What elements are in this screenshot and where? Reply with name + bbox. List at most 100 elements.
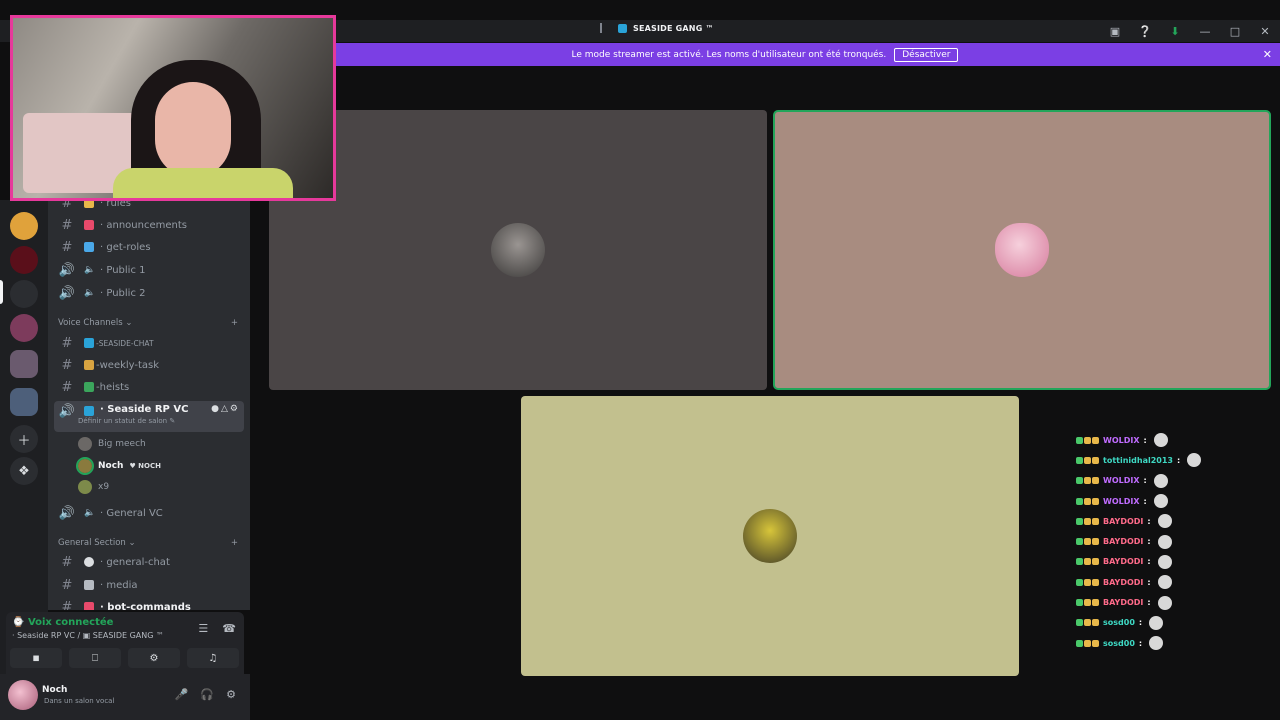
channel-public-1[interactable]: 🔊 🔈 · Public 1 (54, 260, 244, 280)
window-title: SEASIDE GANG ™ (600, 23, 714, 33)
chat-username: tottinidhal2013 (1103, 455, 1173, 465)
server-icon-3[interactable] (10, 280, 38, 308)
avatar (78, 437, 92, 451)
channel-announcements[interactable]: # · announcements (54, 215, 244, 235)
server-icon-1[interactable] (10, 212, 38, 240)
channel-emoji-icon (84, 406, 94, 416)
voice-status: ⌚ Voix connectée (12, 617, 113, 628)
username: Noch (42, 685, 68, 695)
user-badges (1076, 558, 1099, 566)
chat-username: BAYDODI (1103, 598, 1144, 608)
add-channel-icon[interactable]: + (231, 538, 238, 548)
help-icon[interactable]: ❔ (1130, 20, 1160, 42)
maximize-icon[interactable]: □ (1220, 20, 1250, 42)
channel-label: · Public 2 (100, 287, 146, 299)
server-icon-2[interactable] (10, 246, 38, 274)
channel-get-roles[interactable]: # · get-roles (54, 237, 244, 257)
headphones-icon[interactable]: 🎧 (200, 688, 214, 701)
user-status: Dans un salon vocal (44, 697, 115, 705)
channel-actions: ●△⚙ (211, 404, 240, 414)
hash-icon: # (61, 577, 73, 593)
channel-seaside-chat[interactable]: # -SEASIDE-CHAT (54, 333, 244, 353)
video-tile-2[interactable] (773, 110, 1271, 390)
server-folder-1[interactable] (10, 350, 38, 378)
emote-icon (1153, 473, 1168, 488)
avatar (743, 509, 797, 563)
avatar (995, 223, 1049, 277)
download-icon[interactable]: ⬇ (1160, 20, 1190, 42)
channel-heists[interactable]: # -heists (54, 377, 244, 397)
webcam-person-shirt (113, 168, 293, 198)
channel-public-2[interactable]: 🔊 🔈 · Public 2 (54, 283, 244, 303)
voice-location[interactable]: · Seaside RP VC / ▣ SEASIDE GANG ™ (12, 631, 164, 640)
disable-streamer-button[interactable]: Désactiver (894, 47, 959, 62)
screen-share-icon[interactable]: ⎕ (69, 648, 121, 668)
active-server-pill (0, 280, 3, 304)
user-tag-badge: ♥ NOCH (129, 462, 161, 470)
gear-icon[interactable]: ⚙ (230, 404, 240, 414)
activity-icon[interactable]: ⚙ (128, 648, 180, 668)
chevron-down-icon: ⌄ (128, 538, 136, 548)
channel-seaside-rp-vc[interactable]: 🔊 · Seaside RP VC ●△⚙ Définir un statut … (54, 401, 244, 432)
banner-text: Le mode streamer est activé. Les noms d'… (571, 49, 887, 60)
soundboard-icon[interactable]: ♫ (187, 648, 239, 668)
channel-emoji-icon (84, 242, 94, 252)
explore-icon[interactable]: ❖ (10, 457, 38, 485)
voice-user-noch[interactable]: Noch ♥ NOCH (76, 457, 161, 475)
hash-icon: # (61, 599, 73, 611)
video-tile-3[interactable] (521, 396, 1019, 676)
channel-general-chat[interactable]: # · general-chat (54, 552, 244, 572)
voice-user-x9[interactable]: x9 (78, 478, 109, 496)
close-window-icon[interactable]: ✕ (1250, 20, 1280, 42)
chat-username: BAYDODI (1103, 557, 1144, 567)
channel-label: · General VC (100, 507, 163, 519)
user-badges (1076, 497, 1099, 505)
noise-suppression-icon[interactable]: ☰ (198, 622, 208, 635)
banner-close-icon[interactable]: ✕ (1263, 48, 1272, 61)
channel-label: -heists (96, 381, 130, 393)
inbox-icon[interactable]: ▣ (1100, 20, 1130, 42)
minimize-icon[interactable]: — (1190, 20, 1220, 42)
microphone-icon[interactable]: 🎤 (175, 688, 189, 701)
channel-general-vc[interactable]: 🔊 🔈 · General VC (54, 503, 244, 523)
channel-label: · get-roles (100, 241, 151, 253)
add-channel-icon[interactable]: + (231, 318, 238, 328)
chat-message: BAYDODI: (1076, 511, 1276, 531)
video-tile-1[interactable] (269, 110, 767, 390)
invite-icon[interactable]: △ (221, 404, 230, 414)
channel-status-prompt[interactable]: Définir un statut de salon ✎ (78, 417, 175, 425)
channel-media[interactable]: # · media (54, 575, 244, 595)
channel-bot-commands[interactable]: # · bot-commands (54, 597, 244, 610)
channel-emoji-icon (84, 338, 94, 348)
server-icon-4[interactable] (10, 314, 38, 342)
channel-label: · announcements (100, 219, 187, 231)
channel-label: · general-chat (100, 556, 170, 568)
voice-user-big-meech[interactable]: Big meech (78, 435, 146, 453)
server-folder-2[interactable] (10, 388, 38, 416)
camera-off-icon[interactable]: ◾ (10, 648, 62, 668)
channel-emoji-icon (84, 382, 94, 392)
speaker-icon: 🔊 (58, 505, 76, 521)
category-voice-channels[interactable]: Voice Channels ⌄ + (58, 318, 238, 328)
emote-icon (1157, 595, 1172, 610)
add-server-icon[interactable]: ＋ (10, 425, 38, 453)
chat-separator: : (1147, 598, 1151, 608)
avatar[interactable] (8, 680, 38, 710)
signal-icon[interactable]: ⌚ (12, 617, 24, 628)
chat-username: WOLDIX (1103, 496, 1140, 506)
chat-username: BAYDODI (1103, 537, 1144, 547)
disconnect-icon[interactable]: ☎ (222, 622, 236, 635)
speaker-icon: 🔊 (58, 404, 76, 419)
channel-label: · media (100, 579, 138, 591)
category-general-section[interactable]: General Section ⌄ + (58, 538, 238, 548)
emote-icon (1187, 453, 1202, 468)
chat-message: WOLDIX: (1076, 471, 1276, 491)
user-badges (1076, 477, 1099, 485)
chat-icon[interactable]: ● (211, 404, 221, 414)
gear-icon[interactable]: ⚙ (226, 688, 236, 701)
hash-icon: # (61, 217, 73, 233)
chat-message: sosd00: (1076, 633, 1276, 653)
server-title: SEASIDE GANG ™ (633, 23, 714, 33)
chat-separator: : (1147, 557, 1151, 567)
channel-weekly-task[interactable]: # -weekly-task (54, 355, 244, 375)
